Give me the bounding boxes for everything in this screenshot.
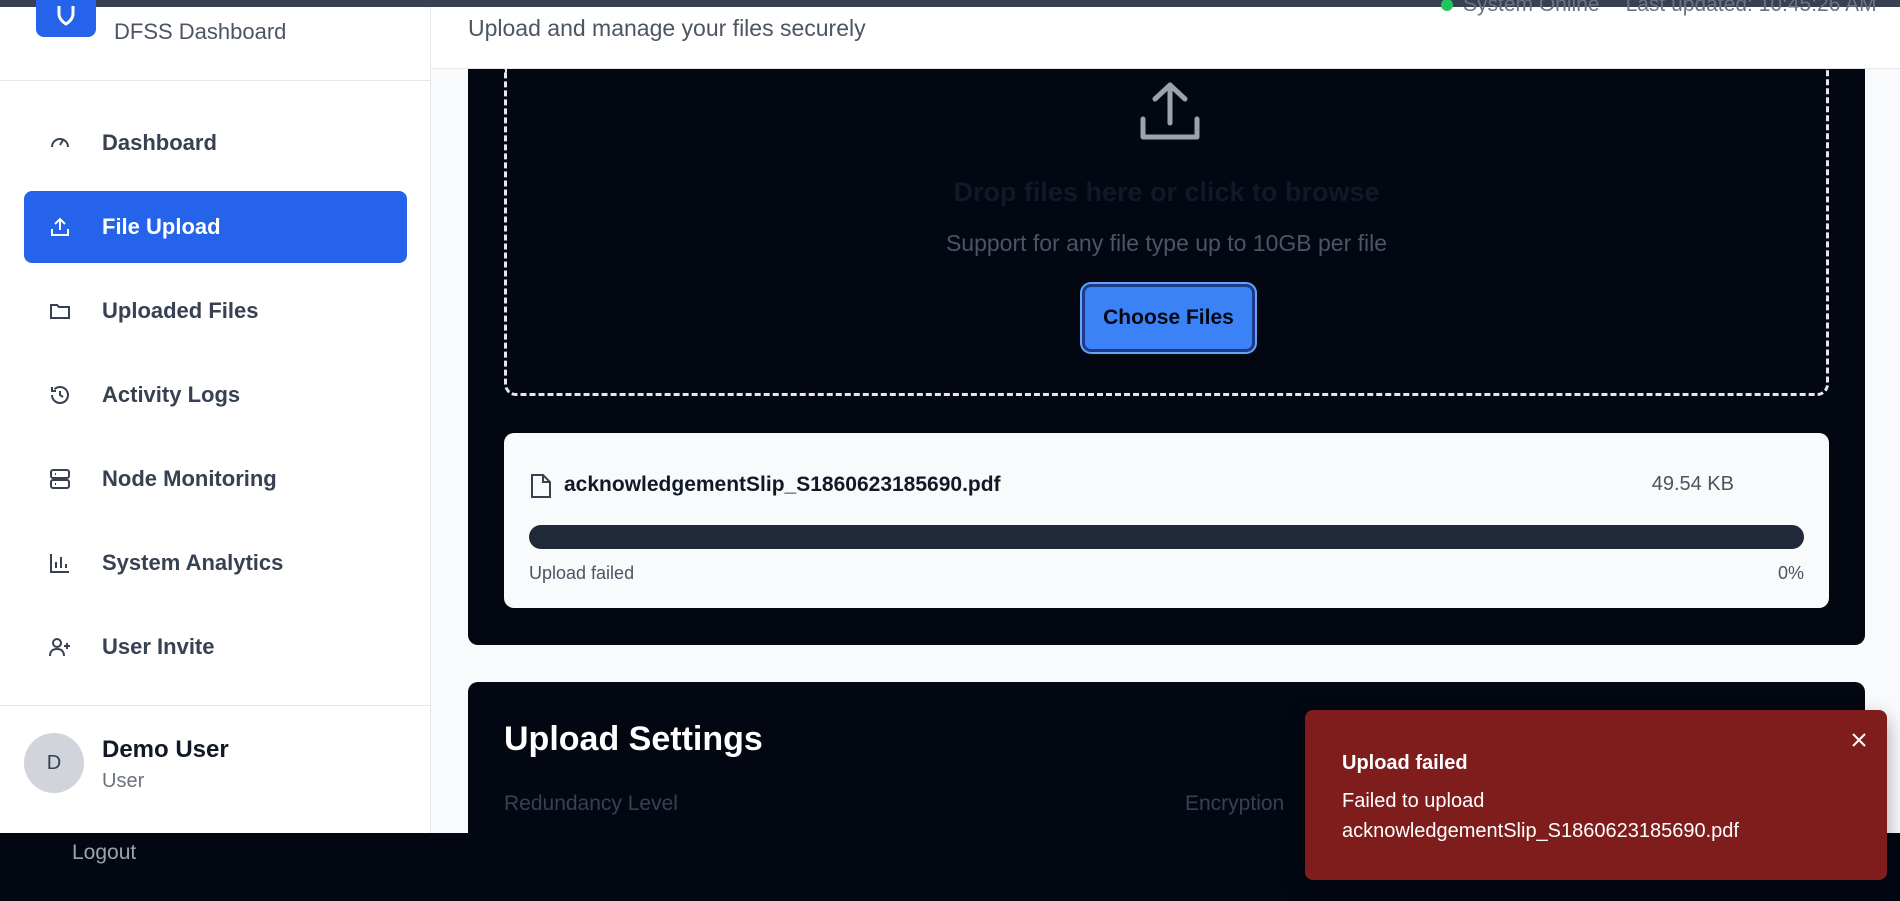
- user-role: User: [102, 770, 145, 792]
- sidebar-item-label: Uploaded Files: [102, 298, 259, 323]
- file-icon: [531, 474, 551, 498]
- brand: DFSS Dashboard: [0, 0, 430, 81]
- sidebar-item-label: Node Monitoring: [102, 466, 277, 491]
- file-dropzone[interactable]: Drop files here or click to browse Suppo…: [504, 69, 1829, 396]
- status-text: System Online: [1463, 0, 1600, 16]
- folder-icon: [50, 304, 70, 319]
- sidebar-item-label: User Invite: [102, 634, 215, 659]
- sidebar: DFSS Dashboard Dashboard File Upload Upl…: [0, 0, 431, 833]
- logout-button[interactable]: Logout: [72, 841, 136, 865]
- file-name: acknowledgementSlip_S1860623185690.pdf: [564, 473, 1001, 496]
- upload-progress-bar: [529, 525, 1804, 549]
- page-header: Upload and manage your files securely Sy…: [431, 0, 1900, 69]
- sidebar-item-dashboard[interactable]: Dashboard: [24, 107, 407, 179]
- avatar: D: [24, 733, 84, 793]
- bar-chart-icon: [50, 554, 69, 573]
- encryption-label: Encryption: [1185, 792, 1285, 815]
- sidebar-item-label: Activity Logs: [102, 382, 241, 407]
- shield-logo-icon: [36, 0, 96, 37]
- gauge-icon: [51, 138, 69, 148]
- history-icon: [51, 386, 69, 404]
- error-toast: Upload failed Failed to upload acknowled…: [1305, 710, 1887, 880]
- sidebar-item-system-analytics[interactable]: System Analytics: [24, 527, 407, 599]
- upload-icon: [51, 217, 69, 236]
- dropzone-hint: Support for any file type up to 10GB per…: [945, 230, 1388, 256]
- brand-subtitle: DFSS Dashboard: [114, 19, 287, 44]
- sidebar-item-label: System Analytics: [102, 550, 284, 575]
- sidebar-item-activity-logs[interactable]: Activity Logs: [24, 359, 407, 431]
- upload-card: Drop files here or click to browse Suppo…: [468, 69, 1865, 645]
- settings-title: Upload Settings: [504, 720, 763, 758]
- sidebar-item-label: Dashboard: [102, 130, 217, 155]
- upload-file-item: acknowledgementSlip_S1860623185690.pdf 4…: [504, 433, 1829, 608]
- sidebar-item-node-monitoring[interactable]: Node Monitoring: [24, 443, 407, 515]
- toast-message: Failed to upload acknowledgementSlip_S18…: [1342, 790, 1739, 842]
- server-icon: [50, 469, 70, 489]
- sidebar-item-label: File Upload: [102, 214, 221, 239]
- upload-percent: 0%: [1777, 563, 1804, 583]
- status-dot-icon: [1441, 0, 1453, 11]
- sidebar-item-uploaded-files[interactable]: Uploaded Files: [24, 275, 407, 347]
- page-subtitle: Upload and manage your files securely: [468, 15, 866, 41]
- system-status: System Online Last updated: 10:45:26 AM: [1441, 0, 1877, 17]
- toast-title: Upload failed: [1342, 752, 1468, 774]
- last-updated: Last updated: 10:45:26 AM: [1625, 0, 1877, 16]
- sidebar-item-user-invite[interactable]: User Invite: [24, 611, 407, 683]
- upload-cloud-icon: [1140, 82, 1200, 140]
- file-size: 49.54 KB: [1651, 473, 1734, 495]
- choose-files-button[interactable]: Choose Files: [1082, 284, 1255, 352]
- dropzone-title: Drop files here or click to browse: [953, 177, 1380, 207]
- user-profile: D Demo User User: [0, 705, 430, 833]
- sidebar-nav: Dashboard File Upload Uploaded Files Act…: [24, 107, 407, 695]
- upload-status: Upload failed: [529, 563, 635, 583]
- redundancy-level-label: Redundancy Level: [504, 792, 678, 815]
- user-name: Demo User: [102, 736, 229, 763]
- close-icon[interactable]: [1847, 728, 1871, 752]
- user-plus-icon: [49, 638, 70, 657]
- sidebar-item-file-upload[interactable]: File Upload: [24, 191, 407, 263]
